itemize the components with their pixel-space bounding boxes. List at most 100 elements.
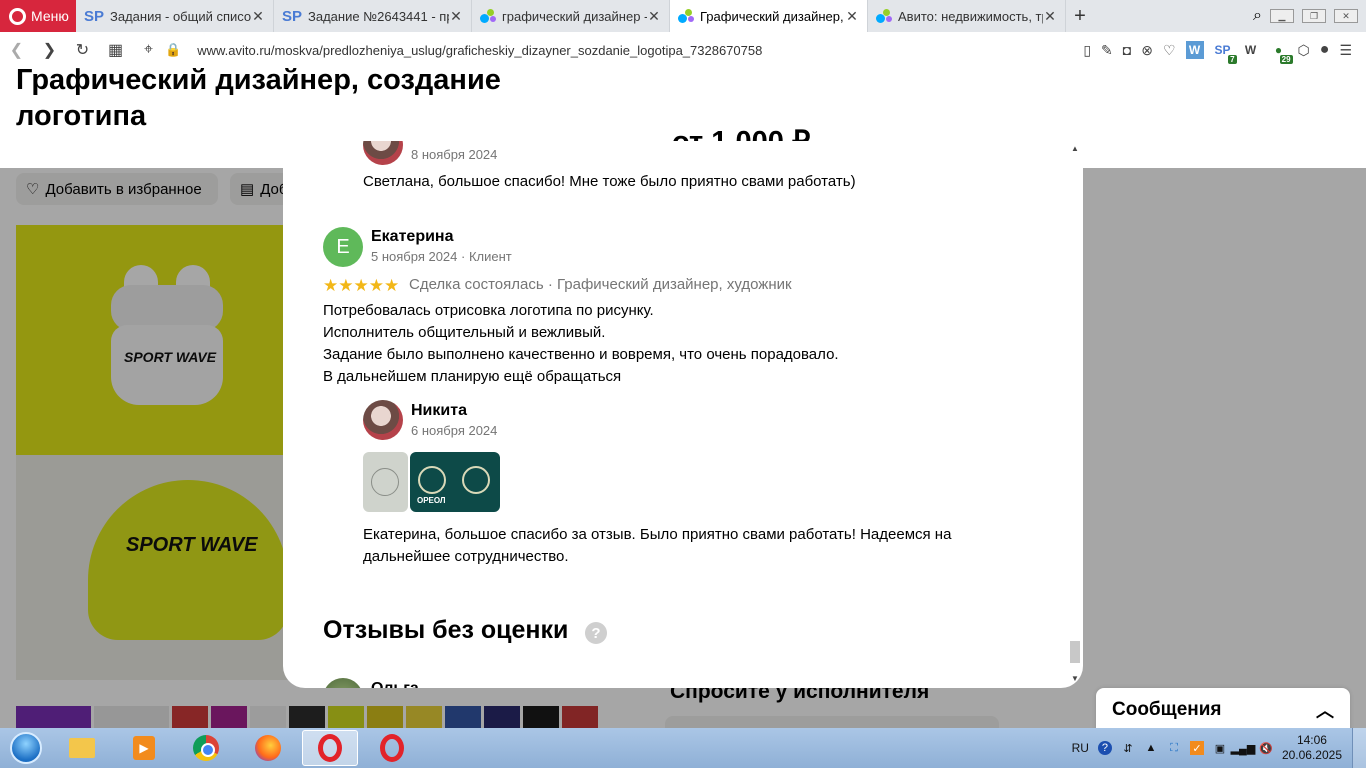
review-line: В дальнейшем планирую ещё обращаться — [323, 368, 622, 385]
word-extension-icon[interactable]: W — [1185, 41, 1204, 59]
chevron-up-icon[interactable]: ︿ — [1316, 697, 1334, 723]
input-options-icon[interactable]: ⇵ — [1121, 741, 1135, 755]
windows-logo-icon — [10, 732, 42, 764]
extensions-cube-icon[interactable]: ⬡ — [1298, 42, 1310, 59]
maximize-button[interactable]: ❐ — [1302, 9, 1326, 23]
avatar: Е — [323, 227, 363, 267]
sp-badge: 7 — [1228, 55, 1237, 64]
scroll-up-icon[interactable]: ▲ — [1071, 144, 1079, 153]
counter-badge: 29 — [1279, 55, 1293, 64]
opera-taskbar-button[interactable] — [364, 730, 420, 766]
tab-close-icon[interactable]: ✕ — [845, 8, 859, 25]
tab-close-icon[interactable]: ✕ — [647, 8, 661, 25]
review-line: Задание было выполнено качественно и вов… — [323, 346, 839, 363]
show-desktop-button[interactable] — [1352, 728, 1366, 768]
minimize-button[interactable]: ▁ — [1270, 9, 1294, 23]
share-icon[interactable]: ✎ — [1101, 42, 1113, 59]
attachment-logo[interactable]: ОРЕОЛ — [410, 452, 500, 512]
close-window-button[interactable]: ✕ — [1334, 9, 1358, 23]
menu-label: Меню — [31, 8, 69, 24]
tab-close-icon[interactable]: ✕ — [1043, 8, 1057, 25]
scroll-down-icon[interactable]: ▼ — [1071, 674, 1079, 683]
forward-icon[interactable]: ❯ — [33, 40, 66, 60]
avito-icon — [480, 9, 496, 23]
search-tabs-icon[interactable]: ⌕ — [1253, 7, 1262, 25]
logo-mark — [418, 466, 446, 494]
avito-icon — [876, 9, 892, 23]
avatar — [323, 678, 363, 688]
messages-panel[interactable]: Сообщения ︿ — [1096, 688, 1350, 728]
firefox-taskbar-button[interactable] — [240, 730, 296, 766]
tab-1[interactable]: SP Задания - общий список s ✕ — [76, 0, 274, 32]
reply-text: дальнейшее сотрудничество. — [363, 548, 569, 565]
tab-5[interactable]: Авито: недвижимость, тра ✕ — [868, 0, 1066, 32]
url-field[interactable]: www.avito.ru/moskva/predlozheniya_uslug/… — [197, 43, 762, 58]
speed-dial-icon[interactable]: ▦ — [99, 40, 132, 60]
modal-scrollbar[interactable]: ▲ ▼ — [1067, 141, 1083, 688]
help-tray-icon[interactable]: ? — [1097, 741, 1112, 755]
tab-title: Графический дизайнер, со — [700, 8, 845, 24]
lock-icon[interactable]: 🔒 — [165, 42, 181, 58]
show-hidden-icons-icon[interactable]: ▲ — [1144, 741, 1158, 755]
chrome-icon — [193, 735, 219, 761]
app-tray-icon[interactable]: ✓ — [1189, 741, 1204, 755]
close-icon[interactable]: ✕ — [1090, 136, 1113, 164]
sketch-circle — [371, 468, 399, 496]
tab-4-active[interactable]: Графический дизайнер, со ✕ — [670, 0, 868, 32]
language-indicator[interactable]: RU — [1072, 741, 1089, 755]
opera-icon — [318, 734, 342, 762]
scroll-thumb[interactable] — [1070, 641, 1080, 663]
reload-icon[interactable]: ↻ — [66, 40, 99, 60]
clock[interactable]: 14:06 20.06.2025 — [1282, 733, 1342, 763]
adblock-icon[interactable]: ⊗ — [1141, 42, 1153, 59]
avatar — [363, 400, 403, 440]
counter-extension-icon[interactable]: ● 29 — [1270, 41, 1293, 64]
sp-icon: SP — [84, 7, 105, 25]
folder-icon — [69, 738, 95, 758]
reader-mode-icon[interactable]: ▯ — [1083, 42, 1091, 59]
system-tray: RU ? ⇵ ▲ ⛶ ✓ ▣ ▂▄▆ 🔇 14:06 20.06.2025 — [1072, 733, 1352, 763]
clock-time: 14:06 — [1296, 733, 1327, 747]
screenshot-tray-icon[interactable]: ⛶ — [1167, 741, 1181, 755]
snapshot-icon[interactable]: ◘ — [1123, 42, 1131, 58]
firefox-icon — [255, 735, 281, 761]
bookmark-heart-icon[interactable]: ♡ — [1163, 42, 1176, 59]
window-controls: ⌕ ▁ ❐ ✕ — [1253, 0, 1366, 32]
tab-close-icon[interactable]: ✕ — [449, 8, 463, 25]
reply-text: Светлана, большое спасибо! Мне тоже было… — [363, 173, 856, 190]
reviews-modal: 8 ноября 2024 Светлана, большое спасибо!… — [283, 141, 1083, 688]
chrome-taskbar-button[interactable] — [178, 730, 234, 766]
network-icon[interactable]: ▂▄▆ — [1231, 741, 1256, 755]
next-review-author: Ольга — [371, 680, 419, 688]
media-player-taskbar-button[interactable]: ▶ — [116, 730, 172, 766]
avatar — [363, 141, 403, 165]
start-button[interactable] — [4, 730, 48, 766]
easy-setup-icon[interactable]: ☰ — [1339, 42, 1352, 59]
location-pin-icon[interactable]: ⌖ — [132, 41, 165, 59]
sp-extension-icon[interactable]: SP 7 — [1214, 41, 1237, 64]
help-icon[interactable]: ? — [585, 622, 607, 644]
back-icon[interactable]: ❮ — [0, 40, 33, 60]
new-tab-button[interactable]: + — [1066, 0, 1094, 32]
volume-muted-icon[interactable]: 🔇 — [1259, 741, 1273, 755]
clock-date: 20.06.2025 — [1281, 748, 1342, 762]
review-meta: 5 ноября 2024 · Клиент — [371, 249, 512, 264]
opera-logo-icon — [9, 7, 26, 25]
wiki-extension-icon[interactable]: W — [1242, 41, 1260, 59]
clipboard-tray-icon[interactable]: ▣ — [1213, 741, 1227, 755]
opera-menu-button[interactable]: Меню — [0, 0, 76, 32]
messages-label: Сообщения — [1112, 699, 1222, 720]
explorer-taskbar-button[interactable] — [54, 730, 110, 766]
tab-2[interactable]: SP Задание №2643441 - прос ✕ — [274, 0, 472, 32]
tab-title: графический дизайнер - Г — [502, 8, 647, 24]
tab-close-icon[interactable]: ✕ — [251, 8, 265, 25]
sp-icon: SP — [282, 7, 303, 25]
address-bar-actions: ▯ ✎ ◘ ⊗ ♡ W SP 7 W ● 29 ⬡ ● ☰ — [1083, 41, 1366, 64]
tab-3[interactable]: графический дизайнер - Г ✕ — [472, 0, 670, 32]
page-title: Графический дизайнер, создание логотипа — [16, 68, 501, 132]
attachment-sketch[interactable] — [363, 452, 408, 512]
profile-icon[interactable]: ● — [1320, 41, 1330, 59]
reply-text: Екатерина, большое спасибо за отзыв. Был… — [363, 526, 952, 543]
opera-icon — [380, 734, 404, 762]
opera-taskbar-button-active[interactable] — [302, 730, 358, 766]
